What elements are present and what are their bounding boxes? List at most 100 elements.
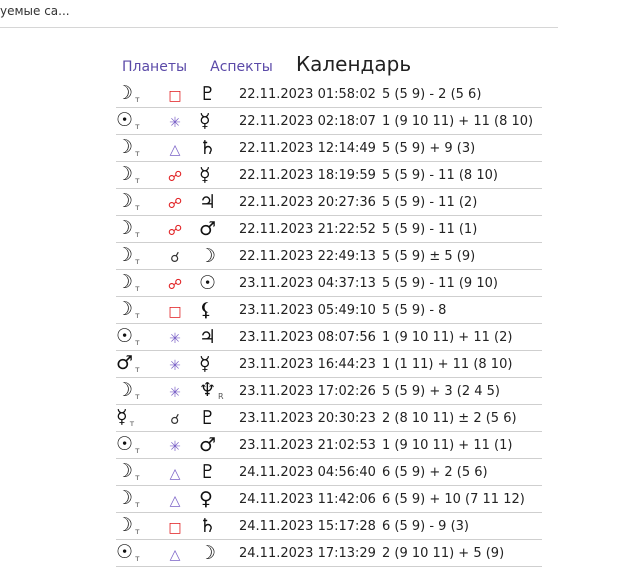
aspect-datetime: 23.11.2023 08:07:56 [239,323,382,351]
transit-planet-cell: ☉ т [116,107,164,135]
table-row[interactable]: ☽ т ☍ ♃ 22.11.2023 20:27:36 5 (5 9) - 11 (2) [116,188,542,216]
table-row[interactable]: ☽ т ✳ ♆ R 23.11.2023 17:02:26 5 (5 9) + 3 (2 4… [116,377,542,405]
tab-calendar[interactable]: Календарь [296,52,411,76]
aspect-datetime: 23.11.2023 05:49:10 [239,296,382,324]
aspect-datetime: 22.11.2023 01:58:02 [239,81,382,108]
transit-marker: т [135,176,140,185]
natal-planet-cell: ☽ [199,242,239,270]
aspect-datetime: 24.11.2023 11:42:06 [239,485,382,513]
aspect-cell: ☍ [164,215,199,243]
opposition-aspect-icon: ☍ [167,222,183,239]
table-row[interactable]: ☽ т □ ♄ 24.11.2023 15:17:28 6 (5 9) - 9 (3) [116,512,542,540]
transit-planet-cell: ☉ т [116,539,164,567]
house-positions: 1 (9 10 11) + 11 (1) [382,431,542,459]
house-positions: 6 (5 9) + 10 (7 11 12) [382,485,542,513]
table-row[interactable]: ☉ т ✳ ☿ 22.11.2023 02:18:07 1 (9 10 11) + 11 … [116,107,542,135]
transit-planet-cell: ☿ т [116,404,164,432]
natal-planet-cell: ♃ [199,188,239,216]
aspect-datetime: 22.11.2023 22:49:13 [239,242,382,270]
browser-top-bar: уемые са... [0,0,644,28]
table-row[interactable]: ☽ т □ ♇ 22.11.2023 01:58:02 5 (5 9) - 2 (5 6) [116,81,542,108]
transit-marker: т [135,446,140,455]
opposition-aspect-icon: ☍ [167,195,183,212]
aspect-cell: ☍ [164,161,199,189]
conjunction-aspect-icon: ☌ [170,411,180,428]
transit-marker: т [135,392,140,401]
table-row[interactable]: ☿ т ☌ ♇ 23.11.2023 20:30:23 2 (8 10 11) ± 2 (… [116,404,542,432]
transit-marker: т [135,230,140,239]
moon-icon: ☽ [116,379,134,401]
aspect-cell: ✳ [164,323,199,351]
truncated-page-title[interactable]: уемые са... [0,4,70,18]
tab-bar: Планеты Аспекты Календарь [122,52,411,78]
table-row[interactable]: ☽ т △ ♄ 22.11.2023 12:14:49 5 (5 9) + 9 (3) [116,134,542,162]
retrograde-marker: R [218,392,224,401]
table-row[interactable]: ☉ т ✳ ♃ 23.11.2023 08:07:56 1 (9 10 11) + 11 … [116,323,542,351]
aspect-cell: ☌ [164,242,199,270]
trine-aspect-icon: △ [169,492,181,509]
aspect-datetime: 22.11.2023 02:18:07 [239,107,382,135]
aspect-cell: ✳ [164,431,199,459]
table-row[interactable]: ☽ т ☍ ♂ 22.11.2023 21:22:52 5 (5 9) - 11 (1) [116,215,542,243]
aspect-cell: ☍ [164,269,199,297]
aspect-datetime: 22.11.2023 21:22:52 [239,215,382,243]
house-positions: 5 (5 9) - 11 (8 10) [382,161,542,189]
tab-aspects[interactable]: Аспекты [210,59,273,75]
sextile-aspect-icon: ✳ [169,357,181,374]
table-row[interactable]: ☽ т △ ♀ 24.11.2023 11:42:06 6 (5 9) + 10 (7 1… [116,485,542,513]
table-row[interactable]: ☽ т ☍ ☿ 22.11.2023 18:19:59 5 (5 9) - 11 (8 1… [116,161,542,189]
natal-planet-cell: ⚸ [199,296,239,324]
house-positions: 2 (8 10 11) ± 2 (5 6) [382,404,542,432]
transit-planet-cell: ☉ т [116,431,164,459]
sextile-aspect-icon: ✳ [169,114,181,131]
jupiter-icon: ♃ [199,325,217,348]
moon-icon: ☽ [116,298,134,320]
natal-planet-cell: ♂ [199,431,239,459]
house-positions: 5 (5 9) + 3 (2 4 5) [382,377,542,405]
table-row[interactable]: ☽ т ☌ ☽ 22.11.2023 22:49:13 5 (5 9) ± 5 (9) [116,242,542,270]
square-aspect-icon: □ [168,519,182,536]
table-row[interactable]: ☽ т ☍ ☉ 23.11.2023 04:37:13 5 (5 9) - 11 (9 1… [116,269,542,297]
sun-icon: ☉ [199,271,217,294]
aspect-datetime: 23.11.2023 20:30:23 [239,404,382,432]
moon-icon: ☽ [116,82,134,104]
natal-planet-cell: ♆ R [199,377,239,405]
venus-icon: ♀ [199,487,213,510]
aspect-datetime: 24.11.2023 15:17:28 [239,512,382,540]
opposition-aspect-icon: ☍ [167,276,183,293]
house-positions: 5 (5 9) - 2 (5 6) [382,81,542,108]
table-row[interactable]: ☉ т △ ☽ 24.11.2023 17:13:29 2 (9 10 11) + 5 (… [116,539,542,567]
aspect-datetime: 22.11.2023 12:14:49 [239,134,382,162]
transit-planet-cell: ☉ т [116,323,164,351]
table-row[interactable]: ☽ т △ ♇ 24.11.2023 04:56:40 6 (5 9) + 2 (5 6) [116,458,542,486]
mercury-icon: ☿ [199,109,211,132]
trine-aspect-icon: △ [169,465,181,482]
transit-planet-cell: ☽ т [116,296,164,324]
house-positions: 6 (5 9) + 2 (5 6) [382,458,542,486]
transit-planet-cell: ☽ т [116,485,164,513]
natal-planet-cell: ♀ [199,485,239,513]
natal-planet-cell: ♃ [199,323,239,351]
jupiter-icon: ♃ [199,190,217,213]
aspect-cell: △ [164,134,199,162]
table-row[interactable]: ☉ т ✳ ♂ 23.11.2023 21:02:53 1 (9 10 11) + 11 … [116,431,542,459]
aspect-cell: ☌ [164,404,199,432]
table-row[interactable]: ♂ т ✳ ☿ 23.11.2023 16:44:23 1 (1 11) + 11 (8 … [116,350,542,378]
sextile-aspect-icon: ✳ [169,438,181,455]
mars-icon: ♂ [199,433,217,456]
natal-planet-cell: ♇ [199,458,239,486]
mercury-icon: ☿ [199,352,211,375]
conjunction-aspect-icon: ☌ [170,249,180,266]
transit-marker: т [135,284,140,293]
moon-icon: ☽ [116,271,134,293]
aspect-datetime: 23.11.2023 17:02:26 [239,377,382,405]
transit-marker: т [135,95,140,104]
tab-planets[interactable]: Планеты [122,59,187,75]
table-row[interactable]: ☽ т □ ⚸ 23.11.2023 05:49:10 5 (5 9) - 8 [116,296,542,324]
natal-planet-cell: ☿ [199,161,239,189]
transit-marker: т [135,338,140,347]
moon-icon: ☽ [116,244,134,266]
aspect-cell: □ [164,81,199,108]
sun-icon: ☉ [116,109,134,131]
natal-planet-cell: ♄ [199,134,239,162]
